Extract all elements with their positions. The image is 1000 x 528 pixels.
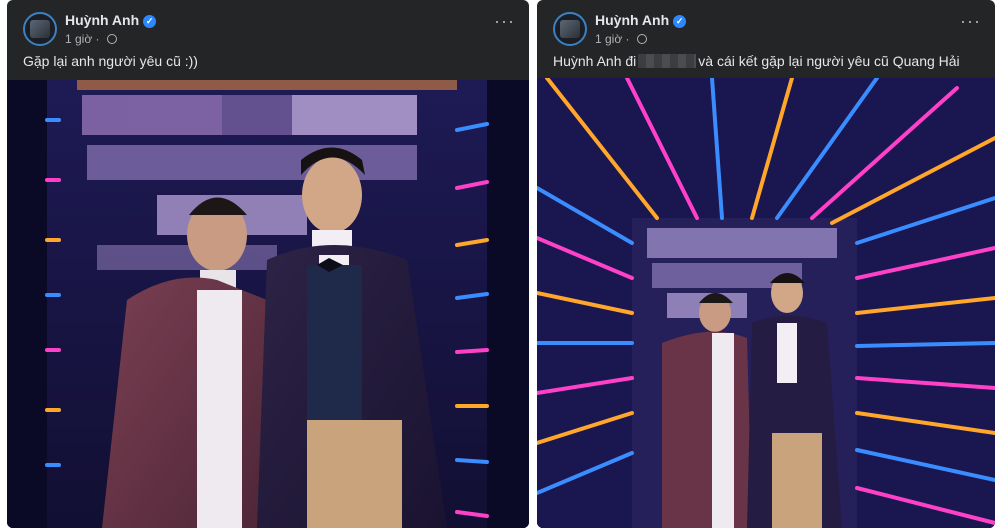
post-card-left: Huỳnh Anh ✓ 1 giờ · ··· Gặp lại anh người… xyxy=(7,0,529,528)
post-caption: Huỳnh Anh đi và cái kết gặp lại người yêu… xyxy=(553,53,960,69)
post-time[interactable]: 1 giờ xyxy=(65,32,92,46)
post-header: Huỳnh Anh ✓ 1 giờ · ··· xyxy=(537,0,995,50)
post-time[interactable]: 1 giờ xyxy=(595,32,622,46)
verified-badge-icon: ✓ xyxy=(143,15,157,28)
redacted-word xyxy=(638,54,697,68)
caption-part-1: Huỳnh Anh đi xyxy=(553,53,637,69)
globe-icon xyxy=(106,34,117,44)
post-meta: 1 giờ · xyxy=(65,32,117,46)
author-avatar[interactable] xyxy=(553,12,587,46)
caption-part-2: và cái kết gặp lại người yêu cũ Quang Hả… xyxy=(698,53,960,69)
author-avatar[interactable] xyxy=(23,12,57,46)
more-options-icon[interactable]: ··· xyxy=(494,12,515,30)
post-header: Huỳnh Anh ✓ 1 giờ · ··· xyxy=(7,0,529,50)
post-photo[interactable] xyxy=(7,80,529,528)
more-options-icon[interactable]: ··· xyxy=(960,12,981,30)
post-card-right: Huỳnh Anh ✓ 1 giờ · ··· Huỳnh Anh đi và cá… xyxy=(537,0,995,528)
globe-icon xyxy=(636,34,647,44)
photo-left-image xyxy=(7,80,529,528)
photo-right-image xyxy=(537,78,995,528)
post-caption: Gặp lại anh người yêu cũ :)) xyxy=(23,53,198,69)
post-meta: 1 giờ · xyxy=(595,32,647,46)
author-name-text[interactable]: Huỳnh Anh xyxy=(65,12,139,28)
author-name-text[interactable]: Huỳnh Anh xyxy=(595,12,669,28)
post-photo[interactable] xyxy=(537,78,995,528)
verified-badge-icon: ✓ xyxy=(673,15,687,28)
author-name[interactable]: Huỳnh Anh ✓ xyxy=(65,12,157,28)
author-name[interactable]: Huỳnh Anh ✓ xyxy=(595,12,687,28)
